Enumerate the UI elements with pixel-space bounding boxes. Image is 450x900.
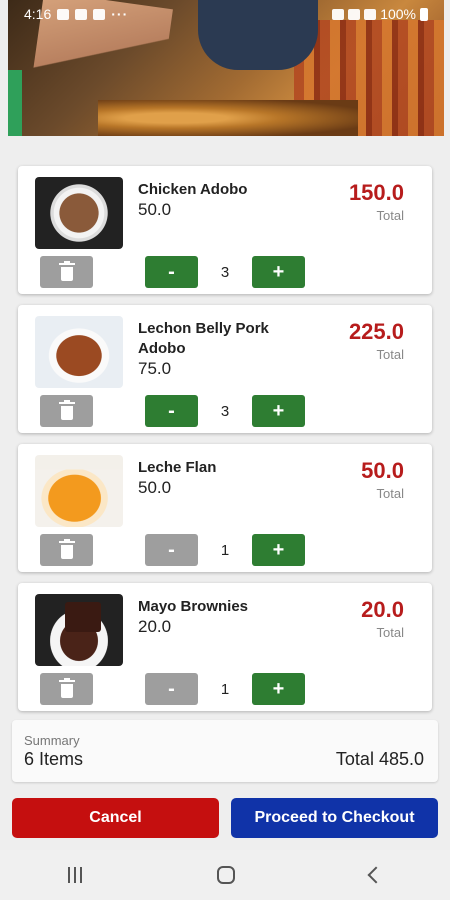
food-image	[35, 177, 123, 249]
cart-item: Mayo Brownies 20.0 20.0 Total - 1 +	[18, 583, 432, 711]
item-total-label: Total	[376, 347, 404, 362]
food-image	[35, 594, 123, 666]
battery-icon	[420, 7, 428, 21]
mute-icon	[332, 8, 345, 20]
signal-icon	[364, 8, 377, 20]
item-name: Lechon Belly Pork Adobo	[138, 320, 269, 357]
quantity-value: 3	[220, 263, 230, 281]
item-total-label: Total	[376, 208, 404, 223]
quantity-stepper: - 3 +	[145, 256, 305, 288]
food-image	[35, 455, 123, 527]
cart-item: Leche Flan 50.0 50.0 Total - 1 +	[18, 444, 432, 572]
item-name: Mayo Brownies	[138, 598, 249, 615]
status-bar: 4:16 ··· 100%	[0, 0, 450, 28]
status-time: 4:16	[24, 6, 52, 22]
delete-button[interactable]	[40, 534, 93, 566]
quantity-value: 1	[220, 541, 230, 559]
item-name: Chicken Adobo	[138, 181, 248, 198]
summary-item-count: 6 Items	[24, 749, 84, 769]
quantity-stepper: - 1 +	[145, 534, 305, 566]
quantity-stepper: - 3 +	[145, 395, 305, 427]
battery-percent: 100%	[380, 6, 416, 22]
order-summary: Summary 6 Items Total 485.0	[12, 720, 438, 782]
item-price: 50.0	[138, 478, 172, 497]
item-total: 50.0	[361, 458, 404, 483]
proceed-to-checkout-button[interactable]: Proceed to Checkout	[231, 798, 438, 838]
quantity-value: 3	[220, 402, 230, 420]
item-price: 20.0	[138, 617, 172, 636]
decrease-button[interactable]: -	[145, 534, 198, 566]
trash-icon	[58, 260, 75, 281]
decrease-button[interactable]: -	[145, 395, 198, 427]
wifi-icon	[348, 8, 361, 20]
decrease-button[interactable]: -	[145, 673, 198, 705]
cart-item: Chicken Adobo 50.0 150.0 Total - 3 +	[18, 166, 432, 294]
decrease-button[interactable]: -	[145, 256, 198, 288]
more-notifications-icon: ···	[111, 6, 129, 22]
summary-total: Total 485.0	[335, 749, 424, 769]
trash-icon	[58, 677, 75, 698]
item-price: 50.0	[138, 200, 172, 219]
increase-button[interactable]: +	[252, 395, 305, 427]
quantity-stepper: - 1 +	[145, 673, 305, 705]
trash-icon	[58, 399, 75, 420]
item-price: 75.0	[138, 359, 172, 378]
item-total: 225.0	[348, 319, 404, 344]
delete-button[interactable]	[40, 673, 93, 705]
increase-button[interactable]: +	[252, 256, 305, 288]
cart-item: Lechon Belly Pork Adobo 75.0 225.0 Total…	[18, 305, 432, 433]
image-icon	[57, 8, 70, 20]
delete-button[interactable]	[40, 395, 93, 427]
increase-button[interactable]: +	[252, 673, 305, 705]
cancel-button[interactable]: Cancel	[12, 798, 219, 838]
increase-button[interactable]: +	[252, 534, 305, 566]
trash-icon	[58, 538, 75, 559]
food-image	[35, 316, 123, 388]
quantity-value: 1	[220, 680, 230, 698]
item-total: 150.0	[348, 180, 404, 205]
recent-apps-icon[interactable]	[67, 867, 82, 883]
item-total: 20.0	[361, 597, 404, 622]
delete-button[interactable]	[40, 256, 93, 288]
twitter-icon	[75, 8, 88, 20]
system-navigation-bar	[0, 850, 450, 900]
gallery-icon	[93, 8, 106, 20]
item-total-label: Total	[376, 486, 404, 501]
item-total-label: Total	[376, 625, 404, 640]
item-name: Leche Flan	[138, 459, 217, 476]
cart-screen: 4:16 ··· 100% Chicken Adobo 50.0 150.0 T…	[0, 0, 450, 900]
back-icon[interactable]	[367, 866, 385, 884]
summary-label: Summary	[24, 733, 80, 748]
home-icon[interactable]	[216, 866, 235, 884]
